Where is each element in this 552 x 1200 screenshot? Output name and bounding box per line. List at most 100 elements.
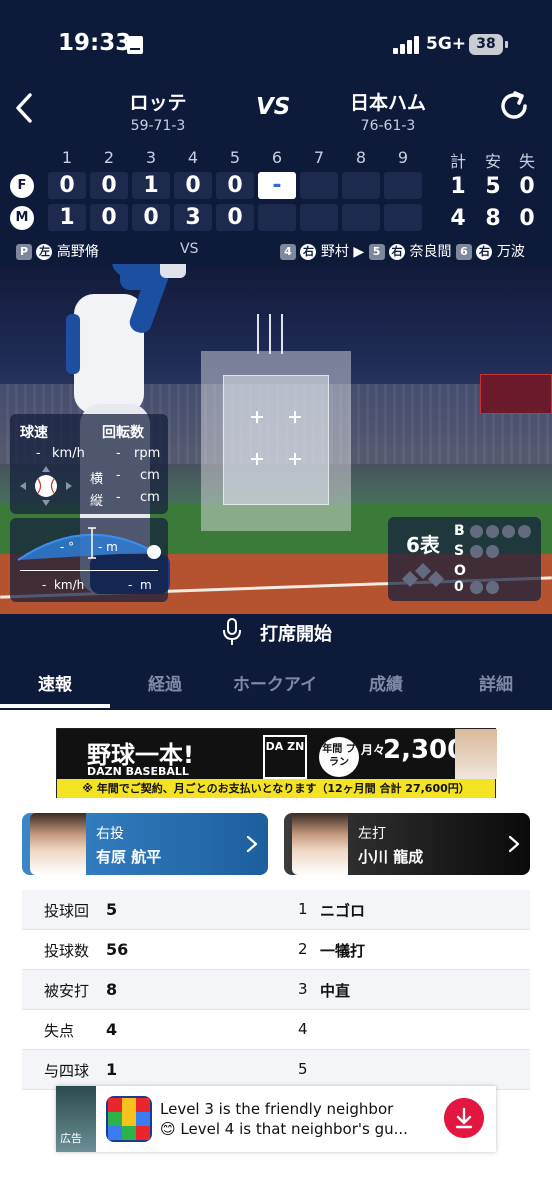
speed-value: - (36, 446, 41, 461)
total-errors-head: 失 (518, 152, 535, 171)
zone-marker (289, 453, 301, 465)
ball-dot (486, 525, 499, 538)
chevron-right-icon (246, 835, 258, 853)
inning-head: 9 (397, 148, 409, 167)
inning-head: 6 (271, 148, 283, 167)
total-errors: 0 (519, 174, 535, 199)
at-bat-index: 3 (298, 980, 308, 998)
book-icon (127, 36, 143, 54)
batter-name: 奈良間 (409, 244, 452, 260)
total-runs: 1 (450, 174, 466, 199)
banner-price: 2,300 (383, 735, 466, 765)
tab-hawkeye[interactable]: ホークアイ (220, 670, 330, 695)
at-bat-result: ニゴロ (320, 902, 366, 920)
tab-live[interactable]: 速報 (0, 670, 110, 695)
baseball-icon (20, 466, 72, 506)
total-hits-head: 安 (484, 152, 501, 171)
back-icon[interactable] (10, 90, 40, 126)
battery-icon: 38 (469, 34, 508, 55)
out-label: O (454, 563, 466, 579)
status-bar: 19:33 5G+ 38 (0, 0, 552, 80)
game-header: 19:33 5G+ 38 ロッテ 59-71-3 VS 日本ハム 76-61-3… (0, 0, 552, 710)
total-runs-head: 計 (449, 152, 466, 171)
chevron-right-icon (508, 835, 520, 853)
vertical-value: - (116, 490, 121, 505)
download-icon[interactable] (444, 1098, 484, 1138)
score-cell: 0 (216, 172, 254, 199)
inning-head: 1 (61, 148, 73, 167)
table-row: 与四球 1 5 (22, 1050, 530, 1090)
score-cell: 3 (174, 204, 212, 231)
spin-value: - (116, 446, 121, 461)
ad-title: Level 3 is the friendly neighbor (160, 1100, 394, 1118)
stat-value: 5 (106, 900, 118, 919)
stat-label: 被安打 (44, 982, 90, 1000)
score-cell (342, 172, 380, 199)
batter-hand: 右 (476, 244, 493, 260)
batter-hand: 右 (300, 244, 317, 260)
pitcher-card[interactable]: 右投 有原 航平 (22, 813, 268, 875)
tab-stats[interactable]: 成績 (331, 670, 441, 695)
dazn-logo: DA ZN (263, 735, 307, 779)
pitcher-batter-row: P 左 高野脩 VS 4 右 野村 ▶ 5 右 奈良間 6 右 万波 (0, 238, 552, 264)
at-bat-index: 1 (298, 900, 308, 918)
away-team: ロッテ 59-71-3 (78, 88, 238, 134)
tab-details[interactable]: 詳細 (441, 670, 551, 695)
table-row: 投球数 56 2 一犠打 (22, 930, 530, 970)
home-team-name: 日本ハム (349, 92, 426, 114)
tab-progress[interactable]: 経過 (110, 670, 220, 695)
at-bat-start-label: 打席開始 (260, 624, 332, 645)
stat-label: 投球回 (44, 902, 90, 920)
away-team-record: 59-71-3 (130, 118, 186, 134)
out-dot (486, 581, 499, 594)
stat-value: 4 (106, 1020, 118, 1039)
batter-card[interactable]: 左打 小川 龍成 (284, 813, 530, 875)
marines-logo-icon: M (10, 206, 34, 230)
fighters-logo-icon: F (10, 174, 34, 198)
strike-zone (223, 375, 329, 505)
table-row: 失点 4 4 (22, 1010, 530, 1050)
home-team: 日本ハム 76-61-3 (308, 88, 468, 134)
at-bat-index: 4 (298, 1020, 308, 1038)
banner-person-photo (455, 729, 497, 779)
score-cell (384, 172, 422, 199)
refresh-icon[interactable] (496, 88, 532, 124)
strike-dot (470, 545, 483, 558)
inning-head: 4 (187, 148, 199, 167)
total-hits: 8 (485, 206, 501, 231)
batting-order: 4 (280, 244, 296, 260)
batter-role: 左打 (358, 826, 386, 842)
batter-hand: 右 (389, 244, 406, 260)
zone-marker (251, 453, 263, 465)
score-cell: 0 (132, 204, 170, 231)
out-dot (470, 581, 483, 594)
horizontal-unit: cm (140, 468, 160, 483)
pitcher-name: 有原 航平 (96, 848, 162, 866)
zone-marker (289, 411, 301, 423)
at-bat-result: 中直 (320, 982, 351, 1000)
dazn-banner-ad[interactable]: 野球一本! DAZN BASEBALL DA ZN 年間 プラン 月々 2,30… (56, 728, 497, 798)
pitch-info-panel: 球速 回転数 - km/h - rpm 横 - cm 縦 - cm (10, 414, 168, 514)
ad-label: 広告 (60, 1132, 82, 1145)
away-team-name: ロッテ (129, 92, 187, 114)
exit-velocity: - km/h (42, 578, 85, 592)
score-cell (300, 172, 338, 199)
score-cell: 1 (48, 204, 86, 231)
spin-label: 回転数 (102, 425, 144, 441)
stats-table: 投球回 5 1 ニゴロ 投球数 56 2 一犠打 被安打 8 3 中直 失点 4… (22, 890, 530, 1090)
ball-dot (502, 525, 515, 538)
batting-order: 5 (368, 244, 385, 260)
next-arrow-icon: ▶ (353, 244, 365, 260)
bottom-app-ad[interactable]: 広告 Level 3 is the friendly neighbor 😊 Le… (56, 1086, 496, 1152)
ball-dot (470, 525, 483, 538)
signal-icon (393, 36, 421, 54)
monthly-label: 月々 (361, 743, 386, 757)
spin-unit: rpm (134, 446, 161, 461)
score-cell (384, 204, 422, 231)
pitcher-avatar (30, 813, 86, 875)
hit-distance: - m (128, 578, 152, 592)
zone-marker (251, 411, 263, 423)
score-cell (342, 204, 380, 231)
strike-label: S (454, 543, 465, 559)
batter-name: 万波 (496, 244, 525, 260)
